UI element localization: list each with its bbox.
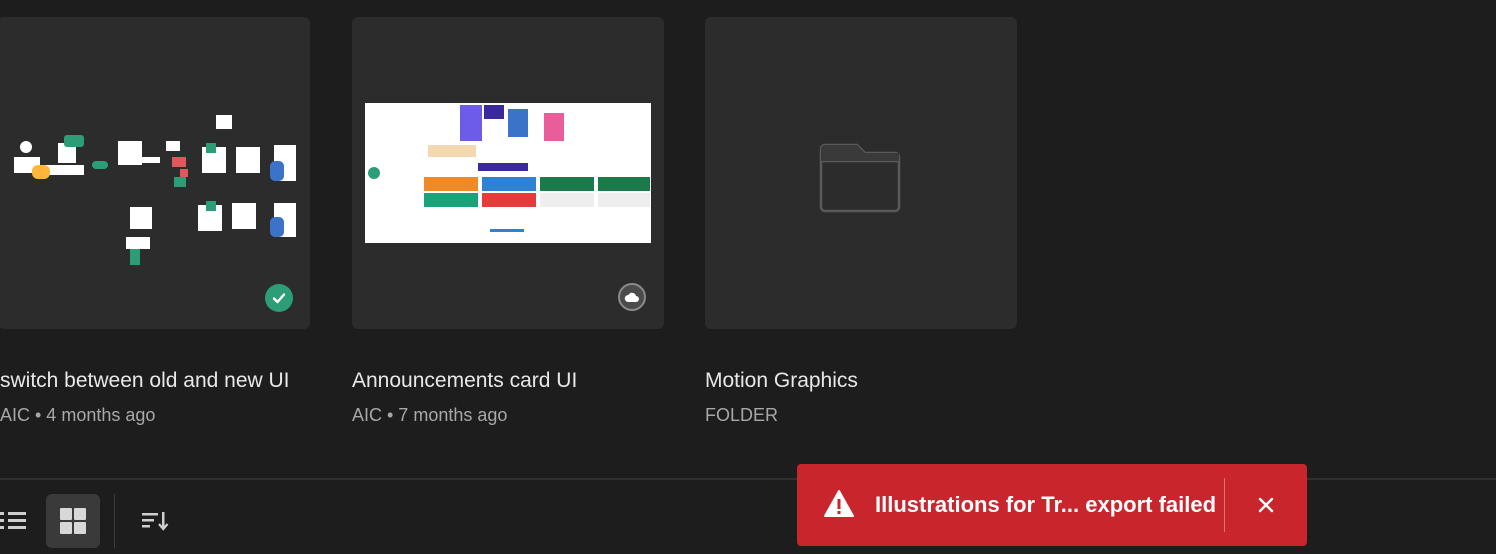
- card-meta: FOLDER: [705, 405, 779, 425]
- error-toast: Illustrations for Tr... export failed: [797, 464, 1307, 546]
- close-icon: [1258, 497, 1274, 513]
- grid-view-button[interactable]: [46, 494, 100, 548]
- card-meta: AIC • 7 months ago: [352, 405, 508, 425]
- toolbar-separator: [114, 494, 115, 548]
- toast-separator: [1224, 478, 1225, 532]
- card-thumbnail: [14, 115, 296, 265]
- folder-icon: [819, 143, 901, 213]
- card-meta: AIC • 4 months ago: [0, 405, 156, 425]
- card-title[interactable]: switch between old and new UI: [0, 369, 290, 393]
- list-view-icon: [0, 512, 26, 529]
- file-card-announcements[interactable]: [352, 17, 664, 329]
- grid-view-icon: [60, 508, 86, 534]
- toast-message: Illustrations for Tr... export failed: [875, 492, 1217, 517]
- cloud-icon: [618, 283, 646, 311]
- check-icon: [265, 284, 293, 312]
- list-view-button[interactable]: [0, 494, 40, 548]
- sort-button[interactable]: [128, 494, 182, 548]
- file-card-switch-ui[interactable]: [0, 17, 310, 329]
- warning-icon: [824, 490, 854, 517]
- folder-card-motion-graphics[interactable]: [705, 17, 1017, 329]
- sort-icon: [142, 512, 169, 531]
- card-title[interactable]: Announcements card UI: [352, 369, 577, 393]
- card-thumbnail: [365, 103, 651, 243]
- card-title[interactable]: Motion Graphics: [705, 369, 858, 393]
- toast-close-button[interactable]: [1249, 488, 1283, 522]
